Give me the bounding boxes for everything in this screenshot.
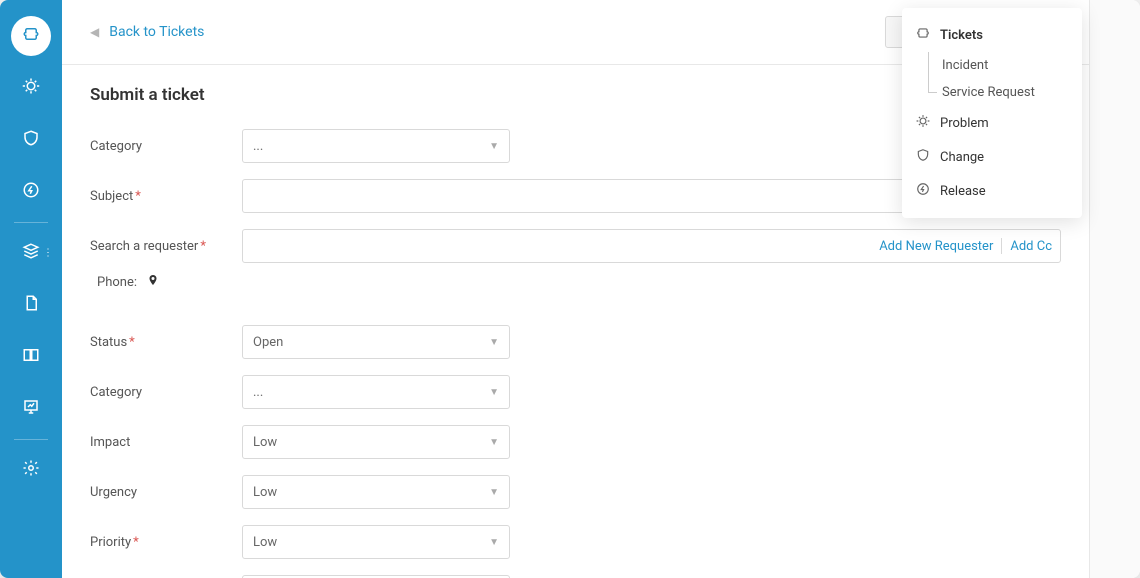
chevron-down-icon: ▼: [489, 437, 499, 448]
right-gutter: [1090, 0, 1140, 578]
sidebar-divider: [14, 222, 48, 223]
presentation-icon: [22, 398, 40, 420]
select-category[interactable]: ... ▼: [242, 129, 510, 163]
select-priority[interactable]: Low ▼: [242, 525, 510, 559]
label-phone: Phone:: [97, 275, 137, 290]
menu-service-request[interactable]: Service Request: [902, 79, 1082, 106]
sidebar: ⋮: [0, 0, 62, 578]
label-requester: Search a requester*: [90, 239, 242, 254]
sidebar-divider: [14, 439, 48, 440]
shield-icon: [22, 129, 40, 151]
gear-icon: [22, 459, 40, 481]
sidebar-item-solutions[interactable]: [11, 337, 51, 377]
label-status: Status*: [90, 335, 242, 350]
stack-icon: [22, 242, 40, 264]
menu-problem[interactable]: Problem: [902, 106, 1082, 140]
input-requester[interactable]: Add New Requester Add Cc: [242, 229, 1061, 263]
label-urgency: Urgency: [90, 485, 242, 500]
phone-row: Phone:: [97, 273, 1061, 291]
chevron-down-icon: ▼: [489, 141, 499, 152]
chevron-down-icon: ▼: [489, 337, 499, 348]
sidebar-item-admin[interactable]: [11, 450, 51, 490]
label-category: Category: [90, 139, 242, 154]
document-icon: [22, 294, 40, 316]
select-status[interactable]: Open ▼: [242, 325, 510, 359]
sidebar-item-release[interactable]: [11, 172, 51, 212]
select-impact[interactable]: Low ▼: [242, 425, 510, 459]
ticket-icon: [22, 25, 40, 47]
more-dots-icon: ⋮: [43, 252, 53, 255]
sidebar-item-reports[interactable]: [11, 389, 51, 429]
back-label: Back to Tickets: [109, 24, 204, 40]
bug-icon: [22, 77, 40, 99]
label-priority: Priority*: [90, 535, 242, 550]
add-new-requester-link[interactable]: Add New Requester: [879, 239, 993, 254]
chevron-down-icon: ▼: [489, 487, 499, 498]
menu-incident[interactable]: Incident: [902, 52, 1082, 79]
bolt-icon: [916, 182, 930, 200]
bolt-icon: [22, 181, 40, 203]
book-icon: [22, 346, 40, 368]
sidebar-item-tickets[interactable]: [11, 16, 51, 56]
label-category-2: Category: [90, 385, 242, 400]
sidebar-item-change[interactable]: [11, 120, 51, 160]
menu-release[interactable]: Release: [902, 174, 1082, 208]
sidebar-item-problem[interactable]: [11, 68, 51, 108]
ticket-icon: [916, 26, 930, 44]
chevron-down-icon: ▼: [489, 387, 499, 398]
divider: [1001, 238, 1002, 254]
select-urgency[interactable]: Low ▼: [242, 475, 510, 509]
back-to-tickets-link[interactable]: ◀ Back to Tickets: [90, 24, 204, 40]
chevron-left-icon: ◀: [90, 25, 99, 39]
label-impact: Impact: [90, 435, 242, 450]
sidebar-item-contracts[interactable]: [11, 285, 51, 325]
add-cc-link[interactable]: Add Cc: [1010, 239, 1052, 254]
shield-icon: [916, 148, 930, 166]
menu-tickets[interactable]: Tickets: [902, 18, 1082, 52]
sidebar-item-inventory[interactable]: ⋮: [11, 233, 51, 273]
chevron-down-icon: ▼: [489, 537, 499, 548]
bug-icon: [916, 114, 930, 132]
menu-change[interactable]: Change: [902, 140, 1082, 174]
select-category-2[interactable]: ... ▼: [242, 375, 510, 409]
create-menu-panel: Tickets Incident Service Request Problem…: [902, 8, 1082, 218]
location-pin-icon: [147, 273, 159, 291]
label-subject: Subject*: [90, 189, 242, 204]
